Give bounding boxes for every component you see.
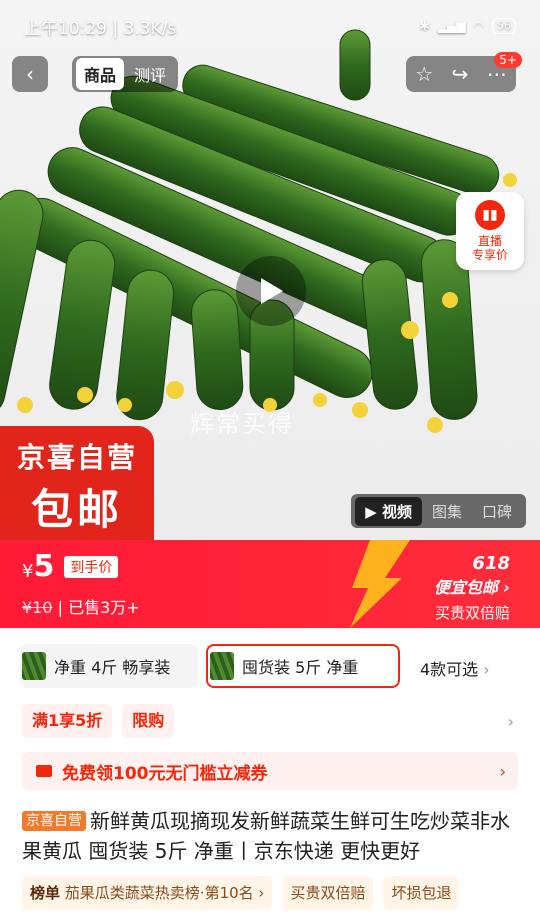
self-operated-badge: 京喜自营 包邮 [0, 426, 154, 540]
lightning-icon [350, 540, 410, 628]
rank-row: 榜单 茄果瓜类蔬菜热卖榜·第10名 › 买贵双倍赔 坏损包退 [22, 876, 460, 910]
chevron-right-icon: › [503, 578, 510, 597]
product-title: 京喜自营 新鲜黄瓜现摘现发新鲜蔬菜生鲜可生吃炒菜非水果黄瓜 囤货装 5斤 净重丨京… [22, 806, 522, 866]
product-title-text: 新鲜黄瓜现摘现发新鲜蔬菜生鲜可生吃炒菜非水果黄瓜 囤货装 5斤 净重丨京东快递 … [22, 809, 510, 863]
limit-tag[interactable]: 限购 [122, 704, 175, 738]
guarantee-double-refund[interactable]: 买贵双倍赔 [282, 876, 374, 910]
guarantee-damage-return[interactable]: 坏损包退 [383, 876, 460, 910]
rank-text: 茄果瓜类蔬菜热卖榜·第10名 [64, 884, 254, 902]
spec-option-5jin[interactable]: 囤货装 5斤 净重 [206, 644, 400, 688]
status-bar: 上午10:29 | 3.3K/s ✱ ▂▄▆ ◠ 56 [24, 14, 516, 39]
spec-thumbnail [210, 652, 234, 680]
coupon-text: 免费领100元无门槛立减券 [62, 763, 268, 784]
promo-618[interactable]: 618 便宜包邮 › 买贵双倍赔 [434, 554, 510, 623]
discount-tag[interactable]: 满1享5折 [22, 704, 113, 738]
live-chart-icon: ▮▮ [475, 200, 505, 230]
self-operated-tag: 京喜自营 [22, 811, 86, 831]
promo-free-shipping: 便宜包邮 [433, 578, 498, 597]
rank-label: 榜单 [30, 884, 61, 902]
wifi-icon: ◠ [473, 19, 484, 33]
image-watermark: 辉常买得 [190, 410, 294, 438]
live-label: 直播 [477, 234, 502, 248]
final-price-tag: 到手价 [64, 556, 119, 578]
bluetooth-icon: ✱ [419, 19, 430, 33]
top-nav: ‹ 商品 测评 ☆ ↪ ⋯ 5+ [12, 52, 528, 92]
coupon-banner[interactable]: 免费领100元无门槛立减券 › [22, 752, 518, 790]
spec-thumbnail [22, 652, 46, 680]
media-tabs: ▶ 视频 图集 口碑 [351, 494, 526, 528]
chevron-right-icon[interactable]: › [508, 712, 514, 731]
price-sub: ¥10 | 已售3万+ [22, 598, 140, 617]
message-badge: 5+ [494, 52, 522, 68]
spec-option-4jin[interactable]: 净重 4斤 畅享装 [20, 644, 198, 688]
coupon-icon [36, 765, 52, 777]
star-icon[interactable]: ☆ [415, 62, 433, 86]
original-price: ¥10 [22, 598, 53, 617]
price-main: ¥ 5 到手价 [22, 549, 119, 584]
signal-icon: ▂▄▆ [437, 19, 466, 33]
chevron-right-icon: › [499, 761, 506, 781]
battery-icon: 56 [492, 18, 516, 34]
live-button[interactable]: ▮▮ 直播 专享价 [456, 192, 524, 270]
promo-618-label: 618 [472, 553, 510, 574]
share-icon[interactable]: ↪ [452, 62, 469, 86]
spec-option-label: 囤货装 5斤 净重 [242, 658, 359, 677]
price-currency: ¥ [22, 561, 34, 582]
price-bar: ¥ 5 到手价 ¥10 | 已售3万+ 618 便宜包邮 › 买贵双倍赔 [0, 540, 540, 628]
tab-product[interactable]: 商品 [76, 58, 125, 90]
rank-badge[interactable]: 榜单 茄果瓜类蔬菜热卖榜·第10名 › [22, 876, 273, 910]
badge-line1: 京喜自营 [16, 441, 137, 474]
status-time: 上午10:29 | 3.3K/s [24, 18, 177, 39]
play-icon [261, 278, 283, 304]
media-tab-reviews[interactable]: 口碑 [472, 497, 522, 526]
back-button[interactable]: ‹ [12, 56, 48, 92]
price-value: 5 [33, 549, 55, 584]
promo-tags: 满1享5折 限购 [22, 704, 175, 738]
chevron-left-icon: ‹ [26, 62, 34, 86]
tab-review[interactable]: 测评 [126, 58, 174, 90]
badge-line2: 包邮 [30, 485, 123, 534]
media-tab-video[interactable]: ▶ 视频 [355, 496, 422, 526]
play-button[interactable] [236, 256, 306, 326]
more-specs-button[interactable]: 4款可选 › [420, 656, 490, 680]
spec-selector: 净重 4斤 畅享装 囤货装 5斤 净重 4款可选 › [20, 644, 540, 690]
chevron-right-icon: › [483, 660, 490, 679]
spec-option-label: 净重 4斤 畅享装 [54, 658, 171, 677]
top-tabs: 商品 测评 [72, 56, 179, 92]
product-image[interactable]: 上午10:29 | 3.3K/s ✱ ▂▄▆ ◠ 56 ‹ 商品 测评 ☆ ↪ … [0, 0, 540, 540]
media-tab-gallery[interactable]: 图集 [422, 497, 472, 526]
top-actions: ☆ ↪ ⋯ 5+ [406, 52, 522, 92]
more-specs-label: 4款可选 [420, 660, 479, 679]
live-sublabel: 专享价 [471, 248, 508, 262]
sold-count: 已售3万+ [68, 598, 140, 617]
promo-guarantee: 买贵双倍赔 [434, 604, 510, 622]
